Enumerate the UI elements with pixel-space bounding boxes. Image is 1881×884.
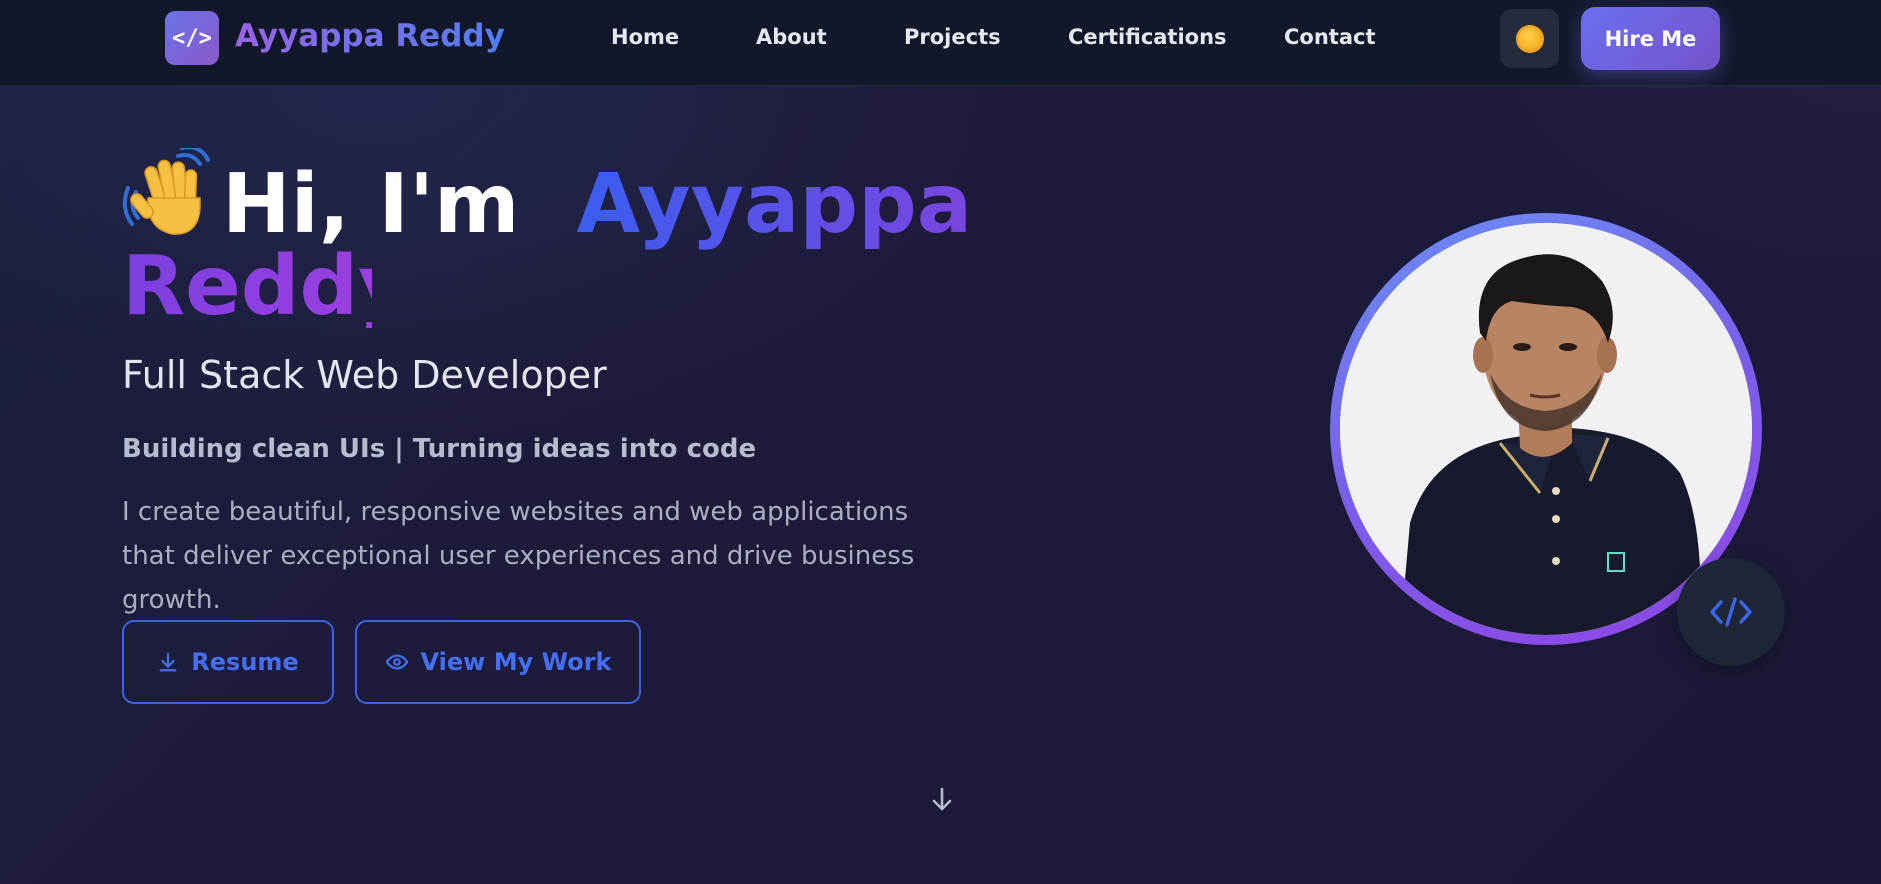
nav-about[interactable]: About <box>756 25 827 49</box>
resume-button[interactable]: Resume <box>122 620 334 704</box>
tagline: Building clean UIs | Turning ideas into … <box>122 434 757 464</box>
sun-icon <box>1517 26 1542 51</box>
nav-projects[interactable]: Projects <box>904 25 1001 49</box>
hero-description: I create beautiful, responsive websites … <box>122 497 915 615</box>
eye-icon <box>385 654 408 670</box>
profile-photo <box>1340 223 1752 635</box>
arrow-down-icon[interactable] <box>930 786 954 814</box>
waving-hand-icon <box>122 145 222 238</box>
code-badge <box>1677 558 1785 666</box>
download-icon <box>159 652 177 672</box>
hero-title: Hi, I'm Ayyappa Reddy <box>122 145 1022 334</box>
role-title: Full Stack Web Developer <box>122 353 607 397</box>
nav-certifications[interactable]: Certifications <box>1068 25 1227 49</box>
hero-last-name: Reddy <box>122 239 412 334</box>
hero-first-name: Ayyappa <box>576 157 973 252</box>
brand-name[interactable]: Ayyappa Reddy <box>235 18 505 54</box>
view-my-work-button[interactable]: View My Work <box>355 620 641 704</box>
nav-contact[interactable]: Contact <box>1284 25 1376 49</box>
hire-me-button[interactable]: Hire Me <box>1581 7 1720 70</box>
resume-label: Resume <box>191 648 299 676</box>
code-icon <box>1710 597 1752 627</box>
theme-toggle-button[interactable] <box>1500 9 1559 68</box>
nav-home[interactable]: Home <box>611 25 679 49</box>
view-my-work-label: View My Work <box>420 648 612 676</box>
navbar: </> Ayyappa Reddy Home About Projects Ce… <box>0 0 1881 86</box>
logo-icon[interactable]: </> <box>165 11 219 65</box>
greeting-text: Hi, I'm <box>222 157 520 252</box>
